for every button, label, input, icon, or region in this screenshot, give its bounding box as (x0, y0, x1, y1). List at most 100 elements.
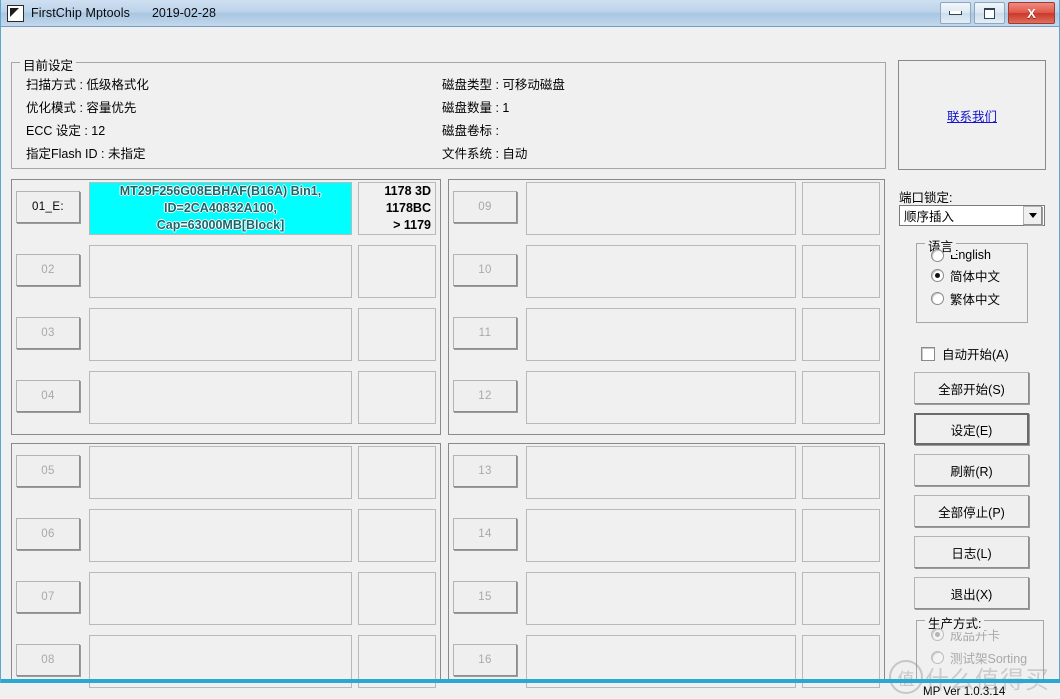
slot-status-code (358, 446, 436, 499)
slot-button-12[interactable]: 12 (453, 380, 517, 412)
slot-button-15[interactable]: 15 (453, 581, 517, 613)
slot-row: 12 (453, 371, 880, 426)
slot-status-code (358, 509, 436, 562)
slot-row: 01_E: MT29F256G08EBHAF(B16A) Bin1, ID=2CA… (16, 182, 436, 237)
radio-icon (931, 651, 944, 664)
slot-status-code (358, 572, 436, 625)
slot-button-06[interactable]: 06 (16, 518, 80, 550)
slot-button-05[interactable]: 05 (16, 455, 80, 487)
close-button[interactable]: X (1008, 2, 1055, 24)
contact-box: 联系我们 (898, 60, 1046, 170)
setting-disk-label: 磁盘卷标 : (442, 124, 499, 138)
slot-row: 06 (16, 509, 436, 564)
slot-info[interactable] (526, 245, 796, 298)
port-lock-select[interactable]: 顺序插入 (899, 205, 1045, 226)
contact-us-link[interactable]: 联系我们 (947, 106, 997, 125)
maximize-icon (984, 7, 995, 19)
slot-info[interactable] (526, 182, 796, 235)
slot-status-code (802, 371, 880, 424)
slot-button-16[interactable]: 16 (453, 644, 517, 676)
slot-button-04[interactable]: 04 (16, 380, 80, 412)
slot-status-code (802, 308, 880, 361)
stop-all-button[interactable]: 全部停止(P) (914, 495, 1029, 527)
settings-column-left: 扫描方式 : 低级格式化 优化模式 : 容量优先 ECC 设定 : 12 指定F… (26, 74, 149, 166)
port-lock-label: 端口锁定: (899, 191, 953, 205)
slot-info[interactable] (89, 509, 352, 562)
slot-status-code: 1178 3D 1178BC > 1179 (358, 182, 436, 235)
slot-row: 05 (16, 446, 436, 501)
settings-button[interactable]: 设定(E) (914, 413, 1029, 445)
slot-info[interactable]: MT29F256G08EBHAF(B16A) Bin1, ID=2CA40832… (89, 182, 352, 235)
refresh-button[interactable]: 刷新(R) (914, 454, 1029, 486)
maximize-button[interactable] (974, 2, 1005, 24)
slot-row: 14 (453, 509, 880, 564)
language-option-traditional-chinese[interactable]: 繁体中文 (931, 289, 1027, 308)
slot-button-10[interactable]: 10 (453, 254, 517, 286)
slot-info[interactable] (526, 509, 796, 562)
window-body: 目前设定 扫描方式 : 低级格式化 优化模式 : 容量优先 ECC 设定 : 1… (1, 27, 1060, 698)
slot-status-code (802, 182, 880, 235)
slot-status-code (802, 572, 880, 625)
slot-panel-4: 13 14 15 16 (448, 443, 885, 688)
slot-button-08[interactable]: 08 (16, 644, 80, 676)
port-lock-value: 顺序插入 (904, 210, 955, 224)
version-label: MP Ver 1.0.3.14 (923, 686, 1006, 698)
slot-button-01E[interactable]: 01_E: (16, 191, 80, 223)
slot-status-code (802, 245, 880, 298)
slot-info[interactable] (526, 308, 796, 361)
minimize-button[interactable] (940, 2, 971, 24)
title-bar: FirstChip Mptools 2019-02-28 X (1, 0, 1059, 27)
slot-panel-3: 05 06 07 08 (11, 443, 441, 688)
chevron-down-icon[interactable] (1023, 206, 1042, 225)
slot-row: 09 (453, 182, 880, 237)
language-group: 语言 English 简体中文 繁体中文 (916, 236, 1028, 323)
language-option-label: 简体中文 (950, 270, 1001, 284)
close-icon: X (1027, 5, 1036, 21)
setting-scan-mode: 扫描方式 : 低级格式化 (26, 78, 149, 92)
checkbox-icon (921, 346, 935, 361)
slot-info[interactable] (89, 308, 352, 361)
slot-button-11[interactable]: 11 (453, 317, 517, 349)
slot-info[interactable] (526, 572, 796, 625)
slot-row: 03 (16, 308, 436, 363)
slot-info[interactable] (89, 245, 352, 298)
auto-start-label: 自动开始(A) (942, 348, 1009, 362)
language-option-label: 繁体中文 (950, 293, 1001, 307)
slot-info[interactable] (89, 572, 352, 625)
language-option-simplified-chinese[interactable]: 简体中文 (931, 266, 1027, 285)
window-title: FirstChip Mptools (31, 6, 130, 20)
slot-row: 04 (16, 371, 436, 426)
slot-info[interactable] (526, 371, 796, 424)
slot-row: 02 (16, 245, 436, 300)
setting-disk-type: 磁盘类型 : 可移动磁盘 (442, 78, 565, 92)
app-window: FirstChip Mptools 2019-02-28 X 目前设定 扫描方式… (0, 0, 1060, 698)
slot-button-02[interactable]: 02 (16, 254, 80, 286)
production-mode-group: 生产方式: 成品开卡 测试架Sorting (916, 613, 1044, 682)
slot-info[interactable] (89, 446, 352, 499)
radio-icon (931, 248, 944, 262)
slot-button-14[interactable]: 14 (453, 518, 517, 550)
radio-icon (931, 269, 944, 282)
slot-info[interactable] (89, 371, 352, 424)
setting-ecc: ECC 设定 : 12 (26, 124, 106, 138)
slot-row: 13 (453, 446, 880, 501)
slot-status-code (802, 509, 880, 562)
app-flag-icon (7, 4, 24, 22)
status-bar (1, 679, 1060, 683)
slot-status-code (358, 245, 436, 298)
production-option-label: 测试架Sorting (950, 652, 1028, 666)
start-all-button[interactable]: 全部开始(S) (914, 372, 1029, 404)
window-title-date: 2019-02-28 (151, 6, 216, 20)
slot-button-09[interactable]: 09 (453, 191, 517, 223)
exit-button[interactable]: 退出(X) (914, 577, 1029, 609)
auto-start-checkbox-row[interactable]: 自动开始(A) (921, 344, 1009, 363)
language-option-label: English (950, 248, 991, 262)
slot-button-07[interactable]: 07 (16, 581, 80, 613)
settings-column-right: 磁盘类型 : 可移动磁盘 磁盘数量 : 1 磁盘卷标 : 文件系统 : 自动 (442, 74, 565, 166)
slot-info[interactable] (526, 446, 796, 499)
slot-button-13[interactable]: 13 (453, 455, 517, 487)
setting-flash-id: 指定Flash ID : 未指定 (26, 147, 146, 161)
slot-panel-1: 01_E: MT29F256G08EBHAF(B16A) Bin1, ID=2CA… (11, 179, 441, 435)
log-button[interactable]: 日志(L) (914, 536, 1029, 568)
slot-button-03[interactable]: 03 (16, 317, 80, 349)
